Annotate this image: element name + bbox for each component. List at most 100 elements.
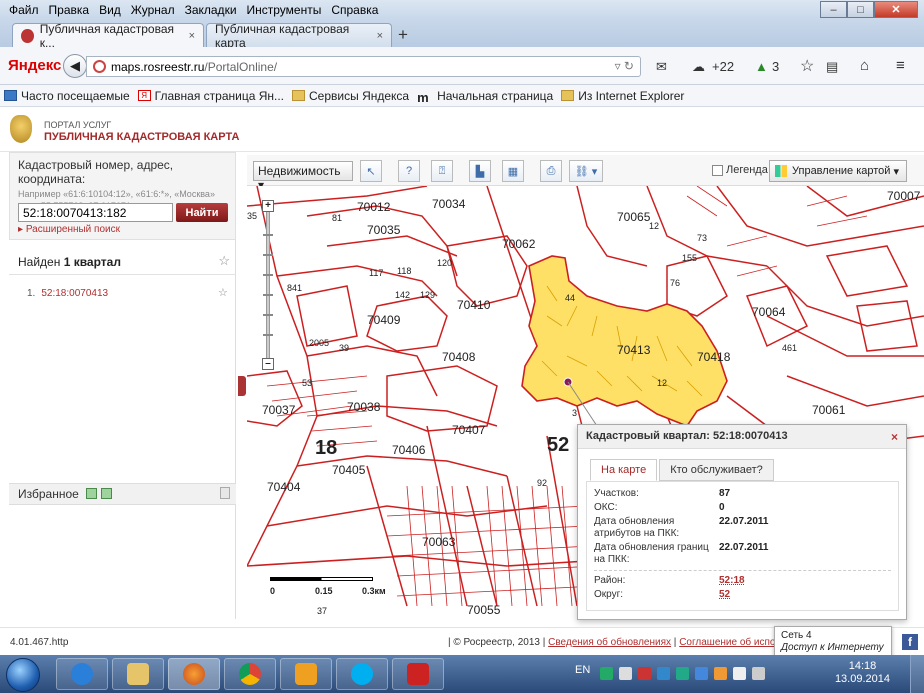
- panel-collapse-handle[interactable]: [238, 376, 246, 396]
- tray-icon[interactable]: [676, 667, 689, 680]
- start-button[interactable]: [6, 658, 40, 692]
- menu-tools[interactable]: Инструменты: [242, 3, 327, 17]
- facebook-icon[interactable]: f: [902, 634, 918, 650]
- language-indicator[interactable]: EN: [575, 664, 590, 676]
- bookmark-from-ie[interactable]: Из Internet Explorer: [561, 89, 684, 103]
- info-value: 22.07.2011: [719, 516, 769, 527]
- info-tool-icon[interactable]: ?: [398, 160, 420, 182]
- popup-close-icon[interactable]: ×: [891, 430, 898, 444]
- maximize-button[interactable]: □: [847, 1, 874, 18]
- tray-icon[interactable]: [695, 667, 708, 680]
- tray-icon[interactable]: [657, 667, 670, 680]
- zoom-track[interactable]: [266, 210, 270, 360]
- layer-select[interactable]: Недвижимость ▾: [253, 161, 353, 192]
- quarter-label: 70038: [347, 400, 381, 414]
- menu-edit[interactable]: Правка: [44, 3, 95, 17]
- star-icon[interactable]: ☆: [218, 253, 230, 269]
- legend-toggle[interactable]: Легенда: [712, 164, 768, 176]
- area-tool-icon[interactable]: ▦: [502, 160, 524, 182]
- traffic-icon[interactable]: ▲: [755, 59, 768, 74]
- taskbar-chrome[interactable]: [224, 658, 276, 690]
- bookmarks-menu-icon[interactable]: ▤: [826, 59, 838, 75]
- taskbar-explorer[interactable]: [112, 658, 164, 690]
- bookmark-star-icon[interactable]: ☆: [800, 56, 814, 76]
- yandex-logo[interactable]: Яндекс: [8, 57, 61, 74]
- tab-close-icon[interactable]: ×: [377, 30, 383, 42]
- menu-hamburger-icon[interactable]: ≡: [896, 57, 905, 74]
- map-control-button[interactable]: Управление картой ▾: [769, 160, 907, 182]
- result-link[interactable]: 52:18:0070413: [41, 288, 108, 299]
- address-bar[interactable]: maps.rosreestr.ru/PortalOnline/ ▿ ↻: [86, 56, 641, 77]
- search-button[interactable]: Найти: [176, 203, 228, 222]
- bookmark-start-page[interactable]: m Начальная страница: [417, 89, 553, 106]
- bookmark-most-visited[interactable]: Часто посещаемые: [4, 89, 130, 103]
- back-button[interactable]: ◀: [63, 54, 87, 78]
- grid-icon: [775, 165, 787, 177]
- advanced-search-link[interactable]: ▸ Расширенный поиск: [18, 224, 120, 235]
- quarter-label: 70406: [392, 443, 426, 457]
- region-link[interactable]: 52: [719, 589, 730, 601]
- tab-who-serves[interactable]: Кто обслуживает?: [659, 459, 774, 481]
- pointer-tool-icon[interactable]: ↖: [360, 160, 382, 182]
- add-favorite-group-icon[interactable]: [101, 488, 113, 499]
- bookmark-yandex-services[interactable]: Сервисы Яндекса: [292, 89, 409, 103]
- portal-title[interactable]: ПУБЛИЧНАЯ КАДАСТРОВАЯ КАРТА: [44, 131, 239, 143]
- divider: [594, 570, 891, 571]
- menu-help[interactable]: Справка: [326, 3, 383, 17]
- link-icon[interactable]: ⛓ ▾: [569, 160, 603, 182]
- tab-cadastral-1[interactable]: Публичная кадастровая к... ×: [12, 22, 204, 50]
- taskbar-skype[interactable]: [336, 658, 388, 690]
- search-input[interactable]: [18, 203, 173, 222]
- zoom-control[interactable]: + –: [262, 200, 274, 370]
- portal-subtitle[interactable]: ПОРТАЛ УСЛУГ: [44, 120, 111, 130]
- reload-icon[interactable]: ▿ ↻: [615, 59, 634, 73]
- taskbar-media[interactable]: [280, 658, 332, 690]
- quarter-label: 70055: [467, 603, 501, 617]
- measure-tool-icon[interactable]: ▙: [469, 160, 491, 182]
- zoom-in-button[interactable]: +: [262, 200, 274, 212]
- tab-close-icon[interactable]: ×: [189, 30, 195, 42]
- identify-tool-icon[interactable]: ⍰: [431, 160, 453, 182]
- bookmark-yandex-home[interactable]: Я Главная страница Ян...: [137, 89, 284, 103]
- quarter-label: 70035: [367, 223, 401, 237]
- taskbar-app[interactable]: [392, 658, 444, 690]
- add-favorite-icon[interactable]: [86, 488, 98, 499]
- show-desktop-button[interactable]: [910, 655, 924, 693]
- info-key: Район:: [594, 575, 626, 586]
- volume-icon[interactable]: [752, 667, 765, 680]
- tab-on-map[interactable]: На карте: [590, 459, 658, 481]
- menu-history[interactable]: Журнал: [126, 3, 180, 17]
- taskbar-firefox[interactable]: [168, 658, 220, 690]
- info-key: ОКС:: [594, 502, 618, 513]
- agreement-link[interactable]: Соглашение об испо: [679, 637, 775, 648]
- tray-icon[interactable]: [600, 667, 613, 680]
- site-identity-icon[interactable]: [93, 60, 106, 73]
- trash-icon[interactable]: [220, 487, 230, 499]
- info-row: Округ: 52: [594, 589, 891, 601]
- mail-icon[interactable]: ✉: [656, 59, 667, 75]
- clock[interactable]: 14:18 13.09.2014: [835, 660, 890, 686]
- minimize-button[interactable]: –: [820, 1, 847, 18]
- quarter-label: 70007: [887, 189, 921, 203]
- menu-file[interactable]: Файл: [4, 3, 44, 17]
- close-window-button[interactable]: ✕: [874, 1, 918, 18]
- updates-link[interactable]: Сведения об обновлениях: [548, 637, 671, 648]
- weather-icon[interactable]: ☁: [692, 59, 705, 75]
- coat-of-arms-icon[interactable]: [10, 115, 32, 143]
- new-tab-button[interactable]: +: [398, 25, 408, 45]
- parcel-label: 73: [697, 233, 707, 243]
- legend-checkbox[interactable]: [712, 164, 723, 176]
- home-icon[interactable]: ⌂: [860, 57, 869, 74]
- tray-icon[interactable]: [714, 667, 727, 680]
- menu-view[interactable]: Вид: [94, 3, 126, 17]
- tray-icon[interactable]: [638, 667, 651, 680]
- district-link[interactable]: 52:18: [719, 575, 745, 587]
- taskbar-ie[interactable]: [56, 658, 108, 690]
- tray-icon[interactable]: [619, 667, 632, 680]
- print-icon[interactable]: ⎙: [540, 160, 562, 182]
- menu-bookmarks[interactable]: Закладки: [180, 3, 242, 17]
- network-icon[interactable]: [733, 667, 746, 680]
- zoom-out-button[interactable]: –: [262, 358, 274, 370]
- result-star-icon[interactable]: ☆: [218, 286, 228, 299]
- tab-cadastral-2[interactable]: Публичная кадастровая карта ×: [206, 22, 392, 50]
